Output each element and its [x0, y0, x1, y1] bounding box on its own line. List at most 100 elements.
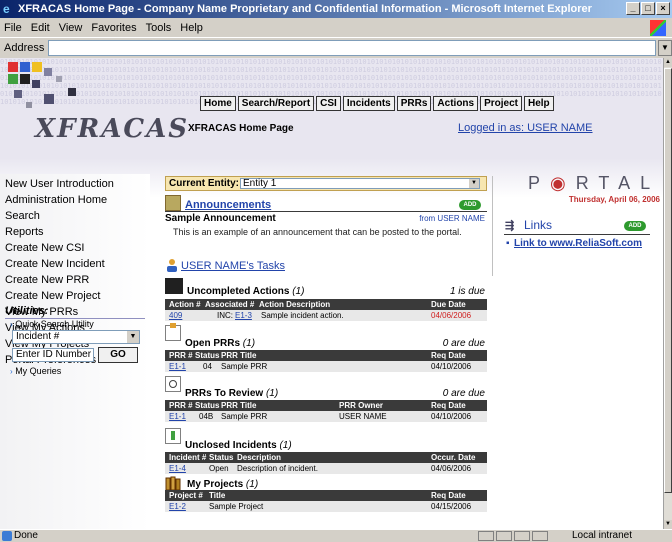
window-title-bar: e XFRACAS Home Page - Company Name Propr…	[0, 0, 672, 18]
address-dropdown-icon[interactable]: ▼	[658, 40, 672, 56]
menu-view[interactable]: View	[59, 22, 83, 34]
scroll-down-icon[interactable]: ▼	[664, 520, 672, 529]
vertical-scrollbar[interactable]: ▲ ▼	[663, 58, 672, 529]
table-row: E1-2 Sample Project 04/15/2006	[165, 501, 487, 512]
clapper-icon	[165, 278, 183, 294]
portal-o-icon: ◉	[550, 173, 576, 193]
current-entity-bar: Current Entity: Entity 1 ▼	[165, 176, 487, 191]
nav-incidents[interactable]: Incidents	[342, 96, 395, 111]
review-prrs-due: 0 are due	[442, 388, 485, 399]
sidebar-link-search[interactable]: Search	[5, 210, 40, 222]
review-prrs-table-header: PRR # Status PRR Title PRR Owner Req Dat…	[165, 400, 487, 411]
announcement-from: from USER NAME	[419, 214, 485, 223]
prr-number-link[interactable]: E1-1	[169, 361, 186, 372]
sidebar-link-create-prr[interactable]: Create New PRR	[5, 274, 89, 286]
uncompleted-table-header: Action # Associated # Action Description…	[165, 299, 487, 310]
sidebar-link-create-csi[interactable]: Create New CSI	[5, 242, 84, 254]
windows-logo-icon	[650, 20, 666, 36]
logo-graphic	[4, 58, 124, 118]
books-icon	[165, 476, 183, 491]
utilities-title: Utilities:	[5, 305, 49, 317]
scroll-up-icon[interactable]: ▲	[664, 58, 672, 67]
links-title: Links	[524, 218, 553, 232]
nav-search-report[interactable]: Search/Report	[237, 96, 315, 111]
sidebar-link-new-user-introduction[interactable]: New User Introduction	[5, 178, 114, 190]
ie-icon: e	[3, 2, 10, 16]
nav-actions[interactable]: Actions	[433, 96, 479, 111]
top-nav: Home Search/Report CSI Incidents PRRs Ac…	[200, 96, 554, 111]
prrs-to-review-title: PRRs To Review (1)	[185, 388, 279, 399]
sidebar-link-create-project[interactable]: Create New Project	[5, 290, 100, 302]
address-input[interactable]	[48, 40, 656, 56]
menu-bar: File Edit View Favorites Tools Help	[0, 18, 672, 38]
incident-icon	[165, 428, 181, 444]
unclosed-incidents-title: Unclosed Incidents (1)	[185, 440, 292, 451]
xfracas-logo: XFRACAS	[35, 114, 190, 144]
logged-in-link[interactable]: Logged in as: USER NAME	[458, 122, 593, 134]
prr-number-link[interactable]: E1-1	[169, 411, 186, 422]
review-icon	[165, 376, 181, 392]
close-button[interactable]: ×	[656, 2, 670, 15]
security-zone: Local intranet	[571, 530, 632, 541]
nav-home[interactable]: Home	[200, 96, 236, 111]
portal-panel: P◉RTAL Thursday, April 06, 2006 ⇶ Links …	[504, 173, 661, 249]
reliasoft-link[interactable]: Link to www.ReliaSoft.com	[514, 238, 642, 249]
table-row: 409 INC: E1-3 Sample incident action. 04/…	[165, 310, 487, 321]
address-label: Address	[4, 42, 45, 54]
sidebar-link-administration-home[interactable]: Administration Home	[5, 194, 107, 206]
announcement-title: Sample Announcement	[165, 213, 276, 224]
page-content: 0101010101010101010101010101010101010101…	[0, 58, 663, 529]
links-icon: ⇶	[505, 220, 515, 232]
project-number-link[interactable]: E1-2	[169, 501, 186, 512]
my-queries-link[interactable]: › My Queries	[10, 366, 61, 376]
uncompleted-actions-title: Uncompleted Actions (1)	[187, 286, 305, 297]
id-number-input[interactable]: Enter ID Number	[12, 348, 94, 362]
portal-date: Thursday, April 06, 2006	[568, 195, 660, 204]
nav-prrs[interactable]: PRRs	[396, 96, 432, 111]
minimize-button[interactable]: _	[626, 2, 640, 15]
arrow-icon: ›	[10, 367, 13, 376]
menu-favorites[interactable]: Favorites	[91, 22, 136, 34]
chevron-down-icon: ▼	[469, 179, 479, 188]
window-title: XFRACAS Home Page - Company Name Proprie…	[18, 3, 592, 15]
user-icon	[165, 258, 179, 272]
incident-number-link[interactable]: E1-4	[169, 463, 186, 474]
uncompleted-due: 1 is due	[449, 286, 485, 297]
associated-link[interactable]: E1-3	[235, 310, 252, 321]
tasks-title[interactable]: USER NAME's Tasks	[181, 260, 285, 272]
nav-help[interactable]: Help	[524, 96, 554, 111]
menu-file[interactable]: File	[4, 22, 22, 34]
announcement-body: This is an example of an announcement th…	[173, 227, 462, 237]
quick-search-link[interactable]: › Quick Search Utility	[10, 319, 94, 329]
scrollbar-thumb[interactable]	[664, 68, 672, 493]
page-done-icon	[2, 531, 12, 541]
status-bar: Done Local intranet	[0, 529, 672, 541]
menu-help[interactable]: Help	[180, 22, 203, 34]
my-projects-title: My Projects (1)	[187, 479, 259, 490]
arrow-icon: ›	[10, 320, 13, 329]
links-add-button[interactable]: ADD	[624, 221, 646, 231]
nav-csi[interactable]: CSI	[316, 96, 341, 111]
maximize-button[interactable]: □	[641, 2, 655, 15]
portal-title: P◉RTAL	[528, 173, 661, 193]
action-number-link[interactable]: 409	[169, 310, 182, 321]
open-prrs-table-header: PRR # Status PRR Title Req Date	[165, 350, 487, 361]
sidebar-link-create-incident[interactable]: Create New Incident	[5, 258, 105, 270]
current-entity-label: Current Entity:	[169, 178, 239, 189]
menu-edit[interactable]: Edit	[31, 22, 50, 34]
my-queries-label: My Queries	[15, 366, 62, 376]
open-prrs-due: 0 are due	[442, 338, 485, 349]
nav-project[interactable]: Project	[480, 96, 522, 111]
announcement-add-button[interactable]: ADD	[459, 200, 481, 210]
address-bar: Address ▼	[0, 38, 672, 58]
sidebar-link-reports[interactable]: Reports	[5, 226, 44, 238]
entity-select[interactable]: Entity 1 ▼	[240, 178, 480, 189]
projects-table-header: Project # Title Req Date	[165, 490, 487, 501]
menu-tools[interactable]: Tools	[146, 22, 172, 34]
announcements-title[interactable]: Announcements	[185, 199, 271, 211]
go-button[interactable]: GO	[98, 347, 138, 363]
page-title: XFRACAS Home Page	[188, 123, 294, 134]
quick-search-type-select[interactable]: Incident # ▼	[12, 330, 140, 344]
document-icon	[165, 323, 181, 341]
quick-search-type-value: Incident #	[16, 331, 60, 342]
